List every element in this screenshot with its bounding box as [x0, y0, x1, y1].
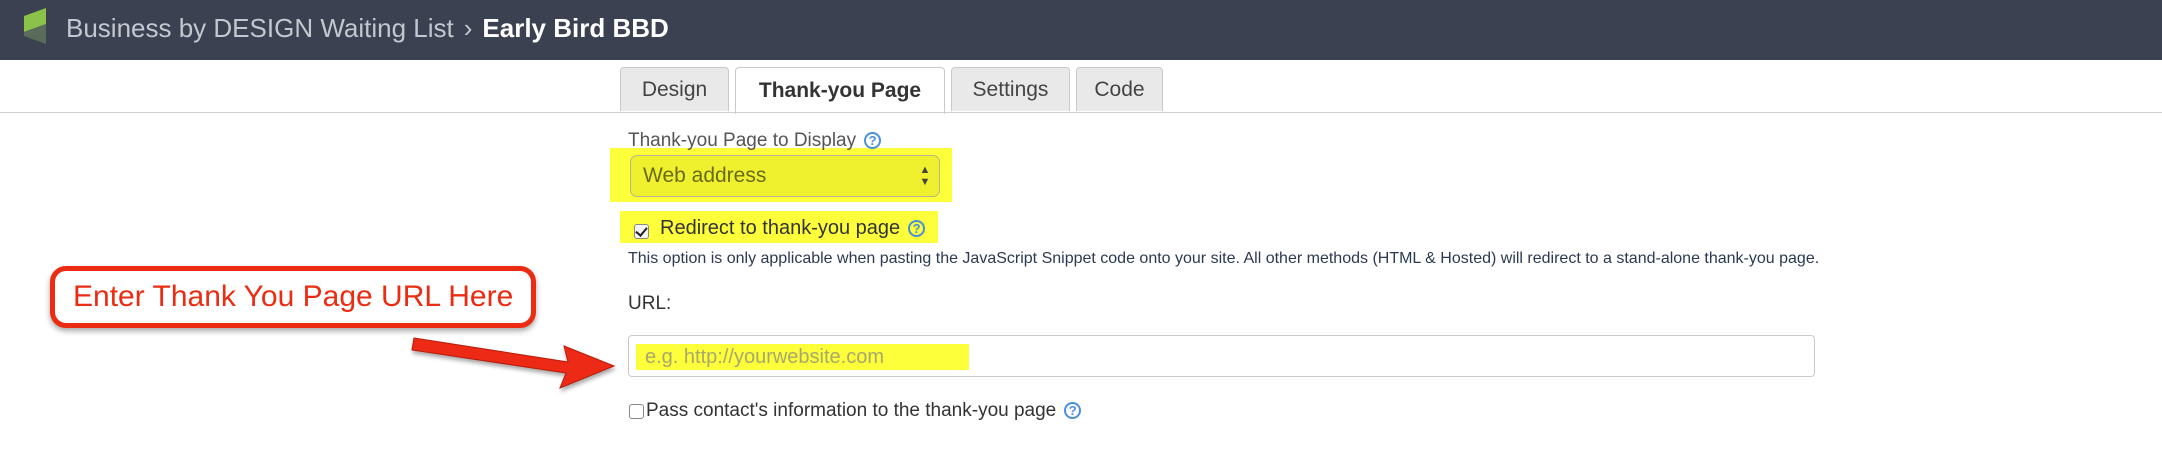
- redirect-label: Redirect to thank-you page?: [660, 217, 926, 240]
- tab-thank-you-page[interactable]: Thank-you Page: [735, 67, 945, 114]
- display-label: Thank-you Page to Display?: [628, 130, 882, 152]
- app-logo-icon: [24, 8, 46, 44]
- annotation-callout: Enter Thank You Page URL Here: [50, 266, 536, 328]
- breadcrumb-parent[interactable]: Business by DESIGN Waiting List: [66, 13, 454, 44]
- help-icon[interactable]: ?: [1064, 402, 1082, 420]
- pass-info-checkbox[interactable]: [629, 404, 644, 419]
- pass-info-label: Pass contact's information to the thank-…: [646, 400, 1082, 422]
- tab-design[interactable]: Design: [620, 67, 729, 111]
- help-icon[interactable]: ?: [908, 220, 926, 238]
- tab-settings[interactable]: Settings: [951, 67, 1070, 111]
- tab-bar: Design Thank-you Page Settings Code: [620, 67, 1163, 114]
- tab-divider: [0, 112, 2162, 113]
- display-select[interactable]: Web address ▲ ▼: [630, 155, 940, 197]
- redirect-note: This option is only applicable when past…: [628, 250, 1820, 267]
- tab-code[interactable]: Code: [1076, 67, 1163, 111]
- redirect-checkbox[interactable]: [634, 224, 649, 239]
- page-title: Early Bird BBD: [482, 12, 669, 43]
- annotation-arrow-icon: [411, 337, 616, 389]
- url-label: URL:: [628, 293, 672, 314]
- url-placeholder: e.g. http://yourwebsite.com: [636, 344, 969, 370]
- breadcrumb: Business by DESIGN Waiting List › Early …: [66, 10, 669, 46]
- help-icon[interactable]: ?: [864, 132, 882, 150]
- select-arrows-icon: ▲ ▼: [919, 164, 931, 188]
- top-header: Business by DESIGN Waiting List › Early …: [0, 0, 2162, 60]
- breadcrumb-separator-icon: ›: [463, 12, 473, 43]
- display-select-value: Web address: [643, 164, 767, 187]
